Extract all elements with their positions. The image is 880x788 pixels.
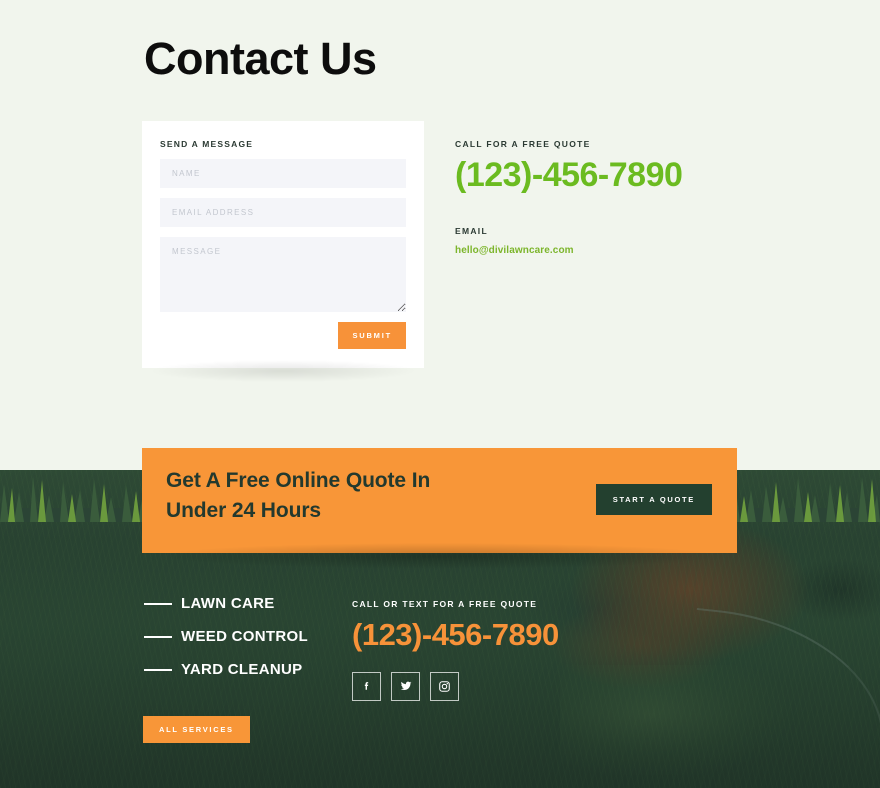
service-label: WEED CONTROL: [181, 628, 308, 645]
contact-details: CALL FOR A FREE QUOTE (123)-456-7890 EMA…: [455, 139, 785, 258]
footer-contact: CALL OR TEXT FOR A FREE QUOTE (123)-456-…: [352, 599, 682, 701]
name-input[interactable]: [160, 159, 406, 188]
facebook-icon: [364, 681, 369, 690]
submit-button[interactable]: SUBMIT: [338, 322, 406, 349]
cta-heading-line1: Get A Free Online Quote In: [166, 469, 431, 492]
facebook-link[interactable]: [352, 671, 381, 701]
twitter-link[interactable]: [391, 671, 420, 701]
service-link-weed-control[interactable]: WEED CONTROL: [144, 629, 344, 644]
dash-icon: [144, 602, 172, 605]
social-links: [352, 671, 682, 701]
email-link[interactable]: hello@divilawncare.com: [455, 245, 574, 256]
message-input[interactable]: [160, 237, 406, 312]
dash-icon: [144, 668, 172, 671]
service-link-lawn-care[interactable]: LAWN CARE: [144, 596, 344, 611]
service-label: YARD CLEANUP: [181, 661, 303, 678]
dash-icon: [144, 635, 172, 638]
email-eyebrow: EMAIL: [455, 225, 488, 236]
instagram-icon: [439, 680, 450, 692]
instagram-link[interactable]: [430, 671, 459, 701]
submit-row: SUBMIT: [160, 322, 406, 349]
service-label: LAWN CARE: [181, 595, 275, 612]
services-list: LAWN CARE WEED CONTROL YARD CLEANUP: [144, 596, 344, 695]
email-input[interactable]: [160, 198, 406, 227]
twitter-icon: [400, 681, 412, 691]
cta-heading: Get A Free Online Quote In Under 24 Hour…: [166, 466, 546, 526]
service-link-yard-cleanup[interactable]: YARD CLEANUP: [144, 662, 344, 677]
cta-banner: Get A Free Online Quote In Under 24 Hour…: [142, 448, 737, 569]
all-services-button[interactable]: ALL SERVICES: [143, 716, 250, 743]
start-a-quote-button[interactable]: START A QUOTE: [595, 484, 712, 515]
phone-number[interactable]: (123)-456-7890: [455, 157, 785, 194]
contact-section: Contact Us SEND A MESSAGE SUBMIT CALL FO…: [0, 0, 880, 470]
contact-page: Contact Us SEND A MESSAGE SUBMIT CALL FO…: [0, 0, 880, 788]
page-title: Contact Us: [144, 33, 377, 84]
footer-phone-eyebrow: CALL OR TEXT FOR A FREE QUOTE: [352, 599, 538, 609]
footer-phone-number[interactable]: (123)-456-7890: [352, 618, 682, 652]
form-heading: SEND A MESSAGE: [160, 139, 254, 149]
contact-form-card: SEND A MESSAGE SUBMIT: [142, 121, 424, 382]
cta-heading-line2: Under 24 Hours: [166, 498, 321, 522]
phone-eyebrow: CALL FOR A FREE QUOTE: [455, 139, 591, 149]
